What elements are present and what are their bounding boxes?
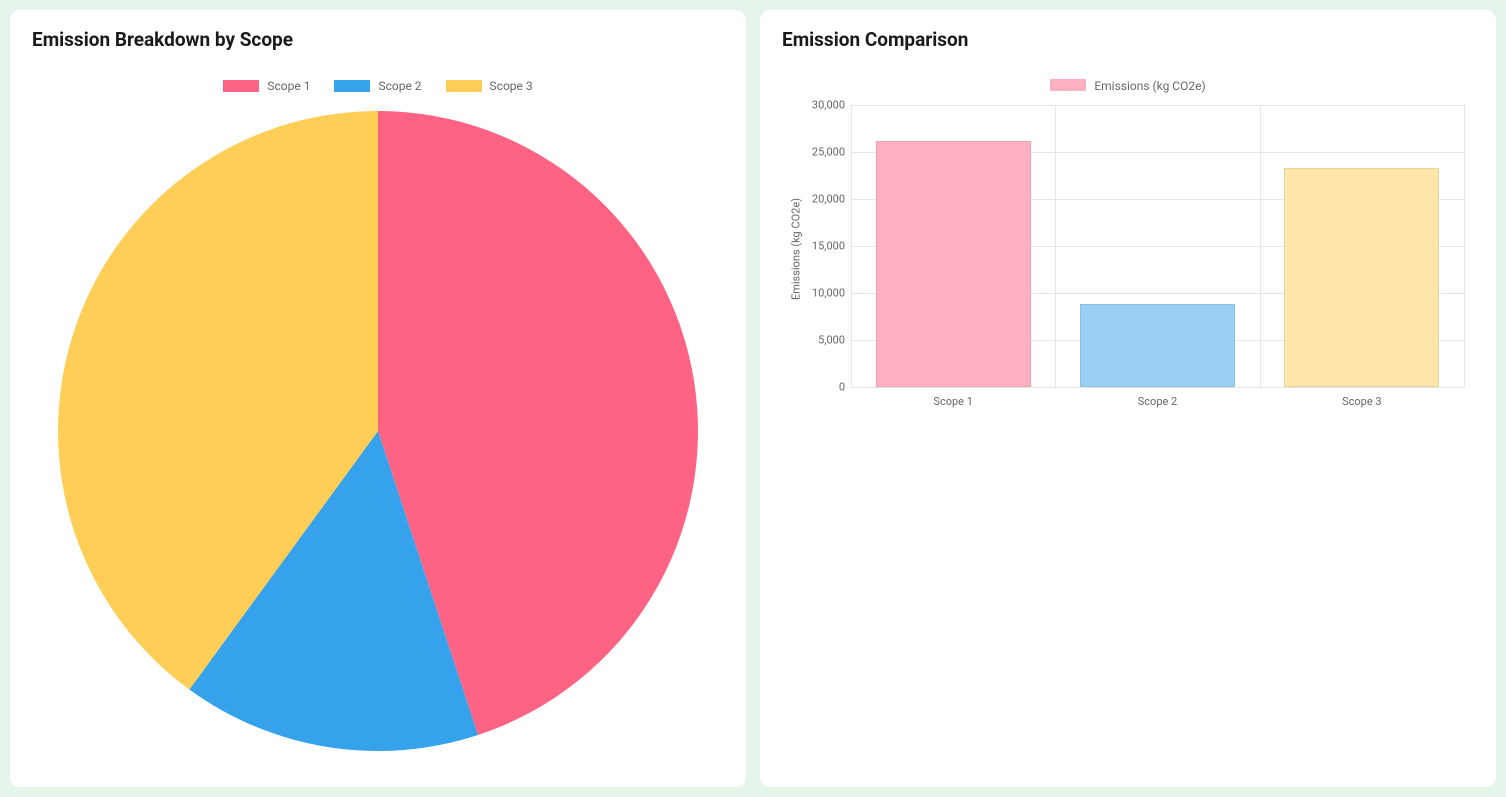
- bar-scope-1[interactable]: [876, 141, 1031, 387]
- bar-chart: Emissions (kg CO2e) Emissions (kg CO2e) …: [782, 79, 1474, 409]
- bar-scope-3[interactable]: [1284, 168, 1439, 387]
- pie-chart: [58, 111, 698, 751]
- y-axis-title: Emissions (kg CO2e): [790, 198, 803, 300]
- plot-area: 05,00010,00015,00020,00025,00030,000Scop…: [850, 105, 1464, 387]
- y-tick-label: 5,000: [818, 334, 845, 347]
- legend-label: Emissions (kg CO2e): [1094, 79, 1205, 93]
- legend-label: Scope 3: [490, 79, 533, 93]
- y-tick-label: 30,000: [812, 99, 845, 112]
- legend-swatch: [334, 80, 370, 92]
- emission-breakdown-card: Emission Breakdown by Scope Scope 1 Scop…: [10, 10, 746, 787]
- bar-scope-2[interactable]: [1080, 304, 1235, 387]
- bar-legend[interactable]: Emissions (kg CO2e): [782, 79, 1474, 93]
- card-title: Emission Comparison: [782, 28, 1474, 51]
- legend-swatch: [1050, 79, 1086, 91]
- emission-comparison-card: Emission Comparison Emissions (kg CO2e) …: [760, 10, 1496, 787]
- legend-swatch: [223, 80, 259, 92]
- legend-item-scope1[interactable]: Scope 1: [223, 79, 310, 93]
- y-tick-label: 10,000: [812, 287, 845, 300]
- x-grid-line: [1260, 105, 1261, 387]
- legend-label: Scope 1: [267, 79, 310, 93]
- pie-legend: Scope 1 Scope 2 Scope 3: [32, 79, 724, 93]
- card-title: Emission Breakdown by Scope: [32, 28, 724, 51]
- x-tick-label: Scope 2: [1138, 395, 1177, 408]
- x-grid-line: [1464, 105, 1465, 387]
- y-tick-label: 25,000: [812, 146, 845, 159]
- x-grid-line: [851, 105, 852, 387]
- y-tick-label: 0: [839, 381, 845, 394]
- legend-item-scope2[interactable]: Scope 2: [334, 79, 421, 93]
- legend-label: Scope 2: [378, 79, 421, 93]
- x-grid-line: [1055, 105, 1056, 387]
- legend-swatch: [446, 80, 482, 92]
- x-tick-label: Scope 1: [933, 395, 972, 408]
- grid-line: [851, 387, 1464, 388]
- y-tick-label: 20,000: [812, 193, 845, 206]
- x-tick-label: Scope 3: [1342, 395, 1381, 408]
- grid-line: [851, 105, 1464, 106]
- legend-item-scope3[interactable]: Scope 3: [446, 79, 533, 93]
- y-tick-label: 15,000: [812, 240, 845, 253]
